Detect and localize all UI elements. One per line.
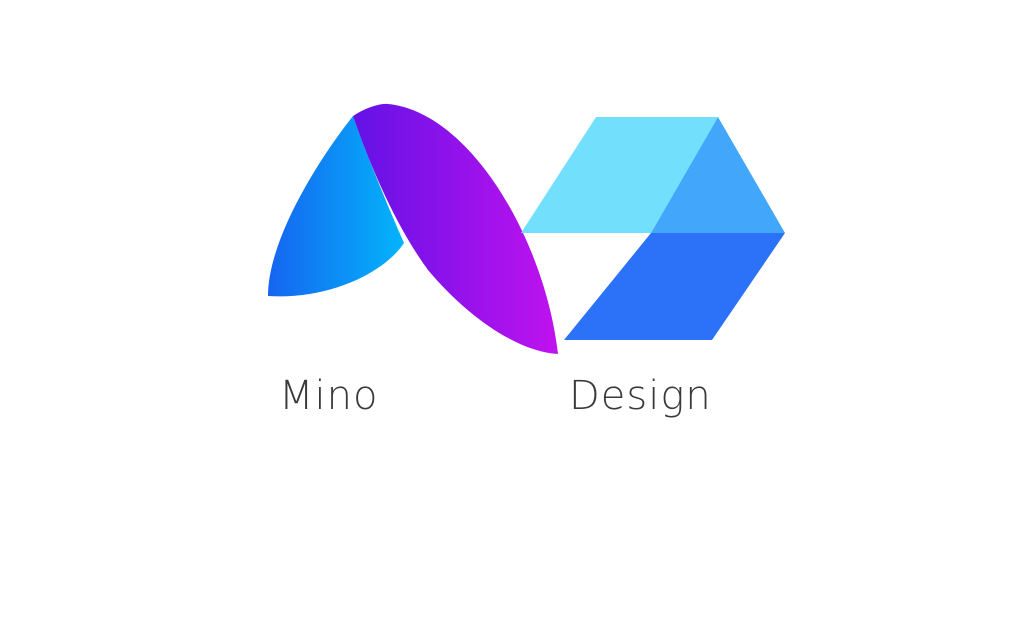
logo-mark — [268, 103, 785, 355]
hexagon-cube-icon — [521, 117, 785, 340]
brand-word-mino: Mino — [279, 373, 379, 419]
brand-word-design: Design — [569, 373, 712, 419]
logo-page: Mino Design — [0, 0, 1026, 623]
leaf-m-icon — [268, 103, 558, 355]
cube-bottom-face — [564, 233, 785, 340]
